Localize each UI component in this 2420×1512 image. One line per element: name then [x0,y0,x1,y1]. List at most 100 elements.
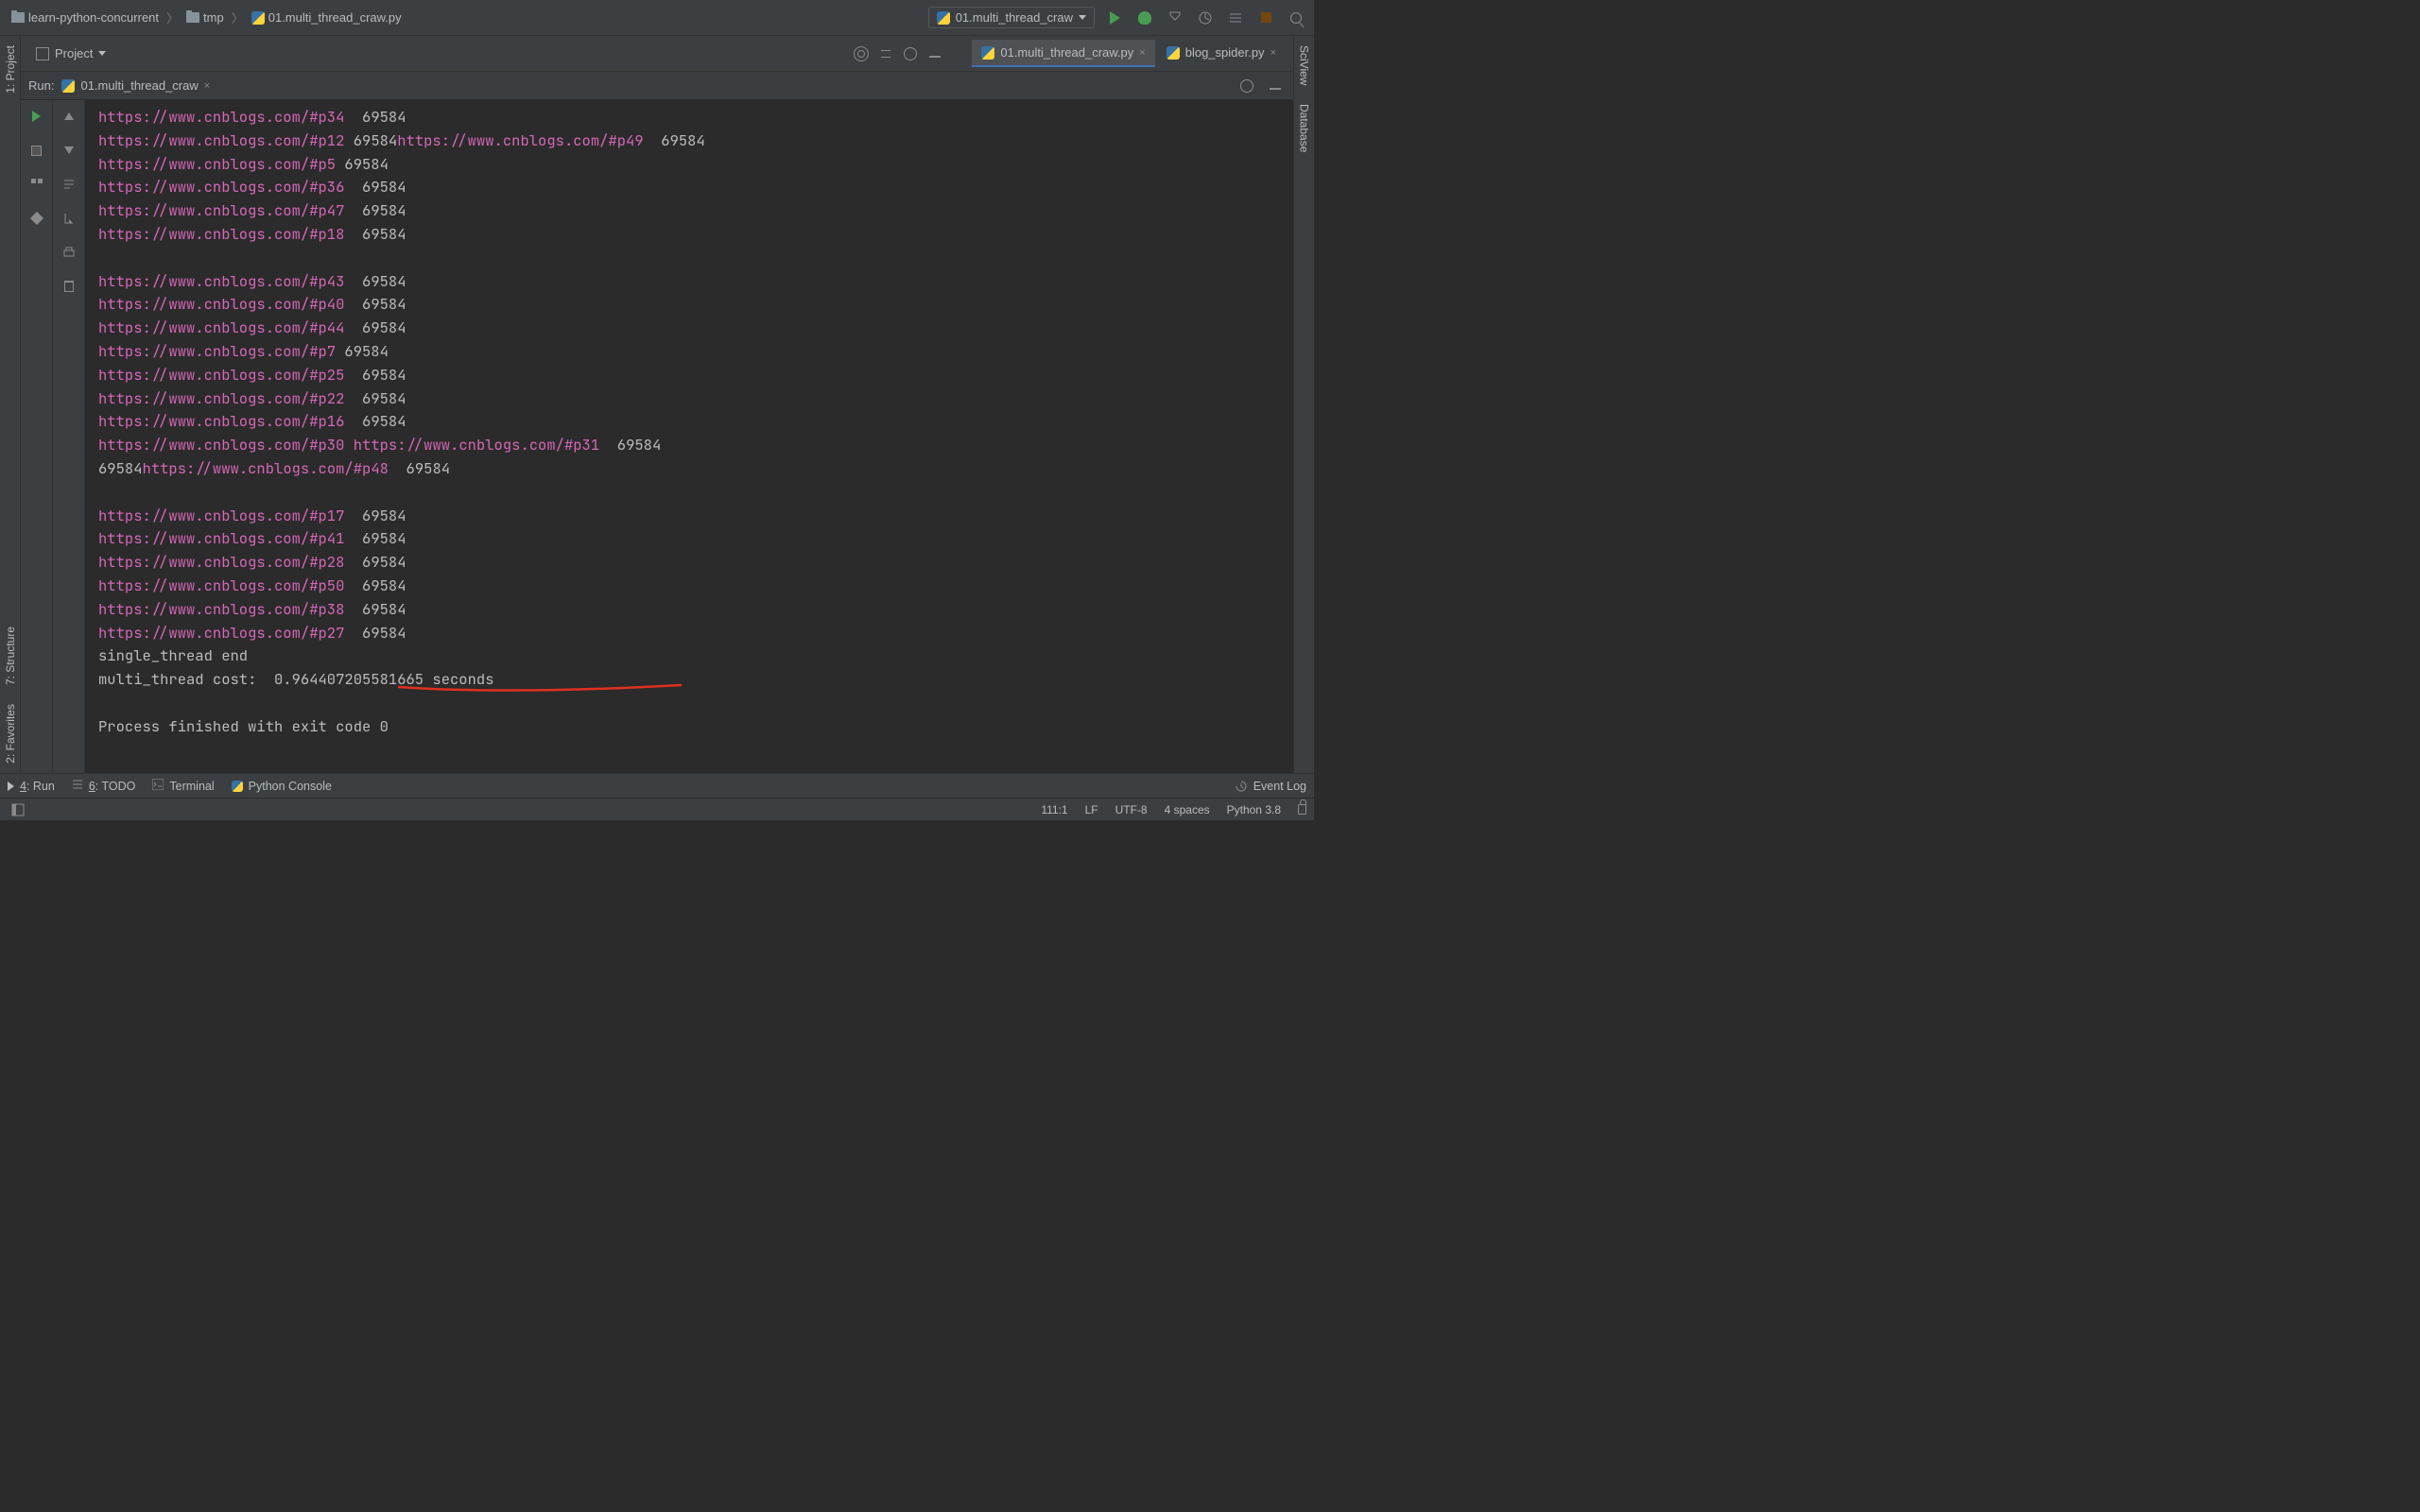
console-link[interactable]: https://www.cnblogs.com/#p7 [98,341,336,361]
console-output[interactable]: https://www.cnblogs.com/#p34 69584 https… [85,100,1293,773]
tab-label: 01.multi_thread_craw.py [1000,45,1133,60]
console-link[interactable]: https://www.cnblogs.com/#p49 [397,130,643,150]
bottom-tab-run[interactable]: 4: Run [8,780,55,793]
pin-button[interactable] [26,208,47,229]
scroll-up-button[interactable] [59,106,79,127]
project-icon [36,47,49,60]
stop-button[interactable] [1255,8,1276,28]
settings-button[interactable] [900,43,921,64]
collapse-icon [878,46,893,61]
lock-icon[interactable] [1298,804,1306,815]
console-link[interactable]: https://www.cnblogs.com/#p16 [98,411,344,431]
console-link[interactable]: https://www.cnblogs.com/#p31 [354,435,599,455]
print-button[interactable] [59,242,79,263]
hide-button[interactable] [925,43,945,64]
tool-window-tab[interactable]: Database [1296,94,1313,162]
select-opened-file-button[interactable] [851,43,872,64]
console-link[interactable]: https://www.cnblogs.com/#p38 [98,599,344,619]
python-icon [981,46,994,60]
console-link[interactable]: https://www.cnblogs.com/#p5 [98,154,336,174]
profile-button[interactable] [1195,8,1216,28]
python-sdk[interactable]: Python 3.8 [1227,803,1281,816]
breadcrumb-item[interactable]: 01.multi_thread_craw.py [248,9,406,26]
event-log-button[interactable]: Event Log [1235,780,1306,793]
console-link[interactable]: https://www.cnblogs.com/#p44 [98,318,344,337]
editor-tabs: 01.multi_thread_craw.py × blog_spider.py × [972,40,1286,67]
bottom-tab-terminal[interactable]: Terminal [152,779,214,793]
tool-window-tab[interactable]: 2: Favorites [2,695,19,773]
console-link[interactable]: https://www.cnblogs.com/#p25 [98,365,344,385]
play-icon [1110,11,1120,25]
console-text [344,107,362,127]
search-button[interactable] [1286,8,1306,28]
console-text: multi_thread cost: 0.964407205581665 sec… [98,669,494,689]
status-bar: 111:1 LF UTF-8 4 spaces Python 3.8 [0,798,1314,820]
rerun-button[interactable] [26,106,47,127]
console-text: single_thread end [98,645,248,665]
editor-tab[interactable]: 01.multi_thread_craw.py × [972,40,1154,67]
scroll-to-end-button[interactable] [59,208,79,229]
run-button[interactable] [1104,8,1125,28]
console-text: 69584 [362,388,406,408]
run-toolbar-secondary [53,100,85,773]
file-encoding[interactable]: UTF-8 [1115,803,1148,816]
concurrency-button[interactable] [1225,8,1246,28]
console-text: 69584 [362,623,406,643]
project-view-selector[interactable]: Project [28,43,113,63]
console-link[interactable]: https://www.cnblogs.com/#p36 [98,177,344,197]
run-title[interactable]: 01.multi_thread_craw × [61,78,210,93]
console-link[interactable]: https://www.cnblogs.com/#p40 [98,294,344,314]
bottom-tab-pythonconsole[interactable]: Python Console [232,780,332,793]
bottom-tab-todo[interactable]: 6: TODO [72,779,136,793]
console-link[interactable]: https://www.cnblogs.com/#p48 [143,458,389,478]
stop-button-side[interactable] [26,140,47,161]
tool-window-tab[interactable]: 7: Structure [2,617,19,695]
console-text: 69584 [617,435,662,455]
run-toolbar-primary [21,100,53,773]
wrap-icon [62,178,76,191]
gear-icon [904,47,917,60]
console-text: 69584 [362,271,406,291]
console-text: 69584 [362,294,406,314]
collapse-all-button[interactable] [875,43,896,64]
debug-button[interactable] [1134,8,1155,28]
tab-label: blog_spider.py [1185,45,1265,60]
console-link[interactable]: https://www.cnblogs.com/#p17 [98,506,344,525]
console-link[interactable]: https://www.cnblogs.com/#p28 [98,552,344,572]
line-separator[interactable]: LF [1085,803,1098,816]
concurrency-icon [1228,10,1243,26]
console-link[interactable]: https://www.cnblogs.com/#p30 [98,435,344,455]
breadcrumb-item[interactable]: tmp [182,9,228,26]
run-hide-button[interactable] [1265,76,1286,96]
console-text: 69584 [362,318,406,337]
console-link[interactable]: https://www.cnblogs.com/#p12 [98,130,344,150]
run-config-selector[interactable]: 01.multi_thread_craw [928,7,1095,28]
editor-tab[interactable]: blog_spider.py × [1157,40,1286,67]
close-icon[interactable]: × [204,80,210,92]
console-link[interactable]: https://www.cnblogs.com/#p18 [98,224,344,244]
console-link[interactable]: https://www.cnblogs.com/#p47 [98,200,344,220]
console-text: 69584 [362,365,406,385]
console-link[interactable]: https://www.cnblogs.com/#p27 [98,623,344,643]
console-text: 69584 [406,458,451,478]
tool-window-tab[interactable]: 1: Project [2,36,19,103]
soft-wrap-button[interactable] [59,174,79,195]
console-link[interactable]: https://www.cnblogs.com/#p22 [98,388,344,408]
run-settings-button[interactable] [1236,76,1257,96]
console-link[interactable]: https://www.cnblogs.com/#p50 [98,576,344,595]
close-icon[interactable]: × [1139,47,1145,59]
indent-setting[interactable]: 4 spaces [1165,803,1210,816]
console-text [344,294,362,314]
layout-button[interactable] [26,174,47,195]
console-link[interactable]: https://www.cnblogs.com/#p34 [98,107,344,127]
scroll-down-button[interactable] [59,140,79,161]
breadcrumb-item[interactable]: learn-python-concurrent [8,9,163,26]
tool-windows-button[interactable] [8,799,28,820]
clear-button[interactable] [59,276,79,297]
coverage-button[interactable] [1165,8,1185,28]
close-icon[interactable]: × [1270,47,1276,59]
console-link[interactable]: https://www.cnblogs.com/#p41 [98,528,344,548]
console-link[interactable]: https://www.cnblogs.com/#p43 [98,271,344,291]
caret-position[interactable]: 111:1 [1041,803,1067,816]
tool-window-tab[interactable]: SciView [1296,36,1313,94]
